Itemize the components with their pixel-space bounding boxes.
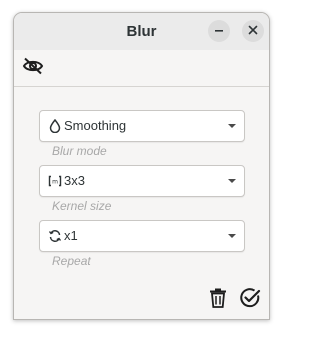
blur-mode-value: Smoothing [64, 118, 127, 133]
apply-button[interactable] [239, 287, 261, 314]
repeat-value: x1 [64, 228, 78, 243]
matrix-icon: m [47, 173, 63, 189]
close-button[interactable] [242, 20, 264, 42]
repeat-hint: Repeat [52, 254, 91, 268]
blur-mode-select[interactable]: Smoothing [39, 110, 245, 142]
titlebar[interactable]: Blur [14, 13, 269, 51]
check-circle-icon [239, 287, 261, 314]
delete-button[interactable] [207, 288, 229, 313]
blur-mode-hint: Blur mode [52, 144, 107, 158]
toolbar [14, 50, 269, 87]
minimize-icon [214, 22, 224, 40]
minimize-button[interactable] [208, 20, 230, 42]
visibility-toggle-button[interactable] [21, 56, 45, 80]
chevron-down-icon [228, 234, 236, 238]
drop-icon [47, 118, 63, 134]
eye-off-icon [22, 57, 44, 80]
window-title: Blur [126, 23, 157, 40]
trash-icon [209, 288, 227, 313]
kernel-size-value: 3x3 [64, 173, 85, 188]
repeat-select[interactable]: x1 [39, 220, 245, 252]
chevron-down-icon [228, 179, 236, 183]
close-icon [248, 22, 258, 40]
svg-text:m: m [52, 179, 58, 186]
chevron-down-icon [228, 124, 236, 128]
blur-dialog: Blur Smoothing Blur mode m 3x3 Kernel si… [13, 12, 270, 320]
repeat-icon [47, 228, 63, 244]
kernel-size-hint: Kernel size [52, 199, 112, 213]
kernel-size-select[interactable]: m 3x3 [39, 165, 245, 197]
